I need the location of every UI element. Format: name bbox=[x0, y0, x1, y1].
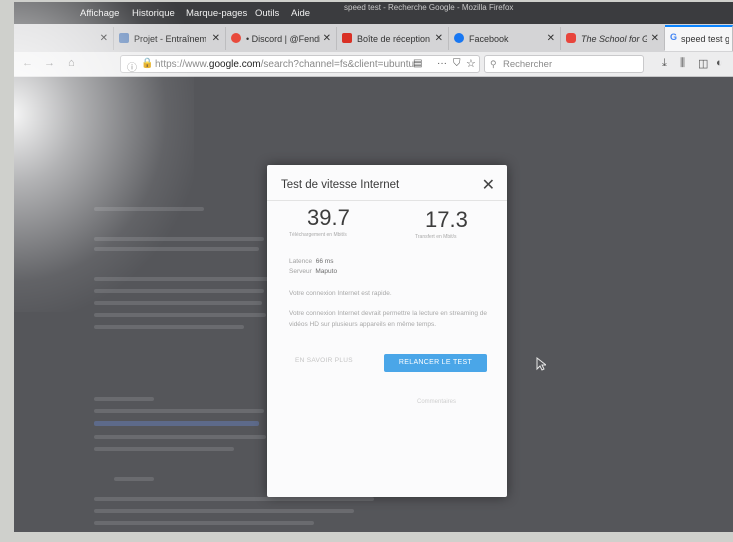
dialog-title: Test de vitesse Internet bbox=[281, 179, 400, 191]
reader-view-icon[interactable]: ▤ bbox=[413, 58, 422, 69]
tab-close-icon[interactable]: ✕ bbox=[212, 33, 220, 44]
connection-status-text: Votre connexion Internet est rapide. bbox=[289, 290, 392, 297]
page-actions-icon[interactable]: ··· bbox=[437, 58, 447, 69]
bookmark-star-icon[interactable]: ☆ bbox=[466, 57, 476, 70]
tab-facebook[interactable]: Facebook ✕ bbox=[449, 27, 561, 50]
result-line bbox=[94, 397, 154, 401]
tab-strip: ✕ Projet - Entraînem ✕ • Discord | @Fend… bbox=[14, 24, 733, 53]
search-box[interactable]: ⚲ Rechercher bbox=[484, 55, 644, 73]
result-line bbox=[94, 313, 266, 317]
close-icon[interactable]: ✕ bbox=[482, 175, 495, 195]
result-line bbox=[94, 237, 264, 241]
server-value: Maputo bbox=[315, 268, 338, 275]
pocket-icon[interactable]: ⛉ bbox=[453, 58, 461, 69]
search-icon: ⚲ bbox=[490, 59, 497, 69]
lock-icon: 🔒 bbox=[141, 58, 154, 69]
google-icon: G bbox=[670, 32, 678, 42]
result-line bbox=[114, 477, 154, 481]
tab-speed-test[interactable]: G speed test goo bbox=[665, 25, 733, 51]
result-line bbox=[94, 409, 264, 413]
monitor-screen: Affichage Historique Marque-pages Outils… bbox=[14, 2, 733, 532]
upload-speed-label: Transfert en Mbit/s bbox=[415, 234, 457, 240]
home-icon[interactable]: ⌂ bbox=[68, 57, 75, 69]
latency-value: 66 ms bbox=[315, 258, 334, 265]
tab-label: Boîte de réception bbox=[357, 34, 431, 44]
menu-affichage[interactable]: Affichage bbox=[80, 8, 119, 19]
download-speed-label: Téléchargement en Mbit/s bbox=[289, 232, 347, 238]
result-link[interactable] bbox=[94, 421, 259, 426]
extension-icon[interactable]: ◐ bbox=[716, 57, 723, 69]
learn-more-button[interactable]: EN SAVOIR PLUS bbox=[295, 357, 353, 364]
menu-marque-pages[interactable]: Marque-pages bbox=[186, 8, 247, 19]
tab-projet[interactable]: Projet - Entraînem ✕ bbox=[114, 27, 226, 50]
result-line bbox=[94, 207, 204, 211]
tab-label: • Discord | @Fendi bbox=[246, 34, 320, 44]
upload-speed-value: 17.3 bbox=[425, 207, 468, 232]
window-title: speed test - Recherche Google - Mozilla … bbox=[344, 3, 514, 12]
tab-label: speed test goo bbox=[681, 34, 729, 44]
server-row: Serveur Maputo bbox=[289, 267, 337, 277]
tab-close-icon[interactable]: ✕ bbox=[651, 33, 659, 44]
facebook-icon bbox=[454, 33, 464, 43]
menu-historique[interactable]: Historique bbox=[132, 8, 175, 19]
download-speed-value: 39.7 bbox=[307, 205, 350, 230]
dialog-divider bbox=[267, 200, 507, 201]
menu-outils[interactable]: Outils bbox=[255, 8, 279, 19]
menu-aide[interactable]: Aide bbox=[291, 8, 310, 19]
result-line bbox=[94, 277, 269, 281]
info-icon[interactable]: ⓘ bbox=[127, 59, 137, 74]
tab-discord[interactable]: • Discord | @Fendi ✕ bbox=[226, 27, 337, 50]
feedback-link[interactable]: Commentaires bbox=[417, 399, 456, 405]
tab-close-icon[interactable]: ✕ bbox=[100, 33, 108, 44]
result-line bbox=[94, 521, 314, 525]
search-placeholder: Rechercher bbox=[503, 59, 553, 70]
navigation-bar: ← → ⌂ ⓘ 🔒 https://www.google.com/search?… bbox=[14, 52, 733, 77]
retest-button[interactable]: RELANCER LE TEST bbox=[384, 354, 487, 372]
gmail-icon bbox=[342, 33, 352, 43]
latency-label: Latence bbox=[289, 258, 313, 265]
latency-row: Latence 66 ms bbox=[289, 257, 333, 267]
result-line bbox=[94, 435, 266, 439]
result-line bbox=[94, 247, 259, 251]
result-line bbox=[94, 497, 374, 501]
downloads-icon[interactable]: ⤓ bbox=[662, 57, 667, 70]
tab-label: The School for Go bbox=[581, 34, 647, 44]
forward-icon[interactable]: → bbox=[44, 57, 55, 69]
result-line bbox=[94, 509, 354, 513]
server-label: Serveur bbox=[289, 268, 312, 275]
result-line bbox=[94, 301, 262, 305]
tab-label: Projet - Entraînem bbox=[134, 34, 206, 44]
tab-favicon-icon bbox=[231, 33, 241, 43]
tab-close-icon[interactable]: ✕ bbox=[323, 33, 331, 44]
url-text[interactable]: https://www.google.com/search?channel=fs… bbox=[155, 59, 414, 70]
tab-school[interactable]: The School for Go ✕ bbox=[561, 27, 665, 50]
library-icon[interactable]: ⫼ bbox=[680, 57, 685, 70]
speed-test-dialog: Test de vitesse Internet ✕ 39.7 Téléchar… bbox=[267, 165, 507, 497]
menu-bar: Affichage Historique Marque-pages Outils… bbox=[14, 2, 733, 24]
tab-close-icon[interactable]: ✕ bbox=[547, 33, 555, 44]
tab-0[interactable]: ✕ bbox=[14, 27, 114, 50]
tab-label: Facebook bbox=[469, 34, 509, 44]
sidebar-icon[interactable]: ◫ bbox=[698, 57, 708, 70]
tab-gmail[interactable]: Boîte de réception ✕ bbox=[337, 27, 449, 50]
mouse-cursor-icon bbox=[536, 357, 546, 371]
tab-close-icon[interactable]: ✕ bbox=[435, 33, 443, 44]
result-line bbox=[94, 289, 264, 293]
back-icon[interactable]: ← bbox=[22, 57, 33, 69]
tab-favicon-icon bbox=[119, 33, 129, 43]
youtube-icon bbox=[566, 33, 576, 43]
connection-detail-text: Votre connexion Internet devrait permett… bbox=[289, 310, 487, 328]
result-line bbox=[94, 325, 244, 329]
result-line bbox=[94, 447, 234, 451]
url-bar[interactable]: ⓘ 🔒 https://www.google.com/search?channe… bbox=[120, 55, 480, 74]
